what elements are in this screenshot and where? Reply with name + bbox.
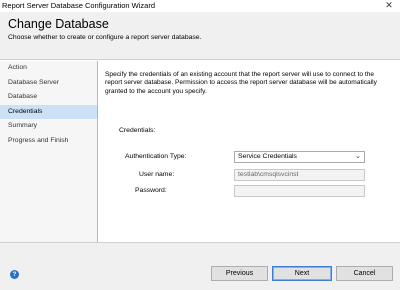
username-label: User name:: [139, 171, 175, 178]
password-label: Password:: [135, 187, 167, 194]
page-title: Change Database: [8, 17, 109, 31]
step-summary[interactable]: Summary: [0, 119, 97, 134]
step-database[interactable]: Database: [0, 90, 97, 105]
credentials-description: Specify the credentials of an existing a…: [105, 71, 377, 95]
previous-button[interactable]: Previous: [211, 266, 268, 281]
chevron-down-icon: ⌄: [355, 153, 361, 160]
password-field[interactable]: [234, 185, 365, 197]
step-progress-and-finish[interactable]: Progress and Finish: [0, 134, 97, 149]
step-database-server[interactable]: Database Server: [0, 76, 97, 91]
page-subtitle: Choose whether to create or configure a …: [8, 34, 202, 41]
step-action[interactable]: Action: [0, 61, 97, 76]
wizard-steps-sidebar: Action Database Server Database Credenti…: [0, 61, 98, 242]
page-header: Change Database Choose whether to create…: [0, 12, 400, 60]
credentials-heading: Credentials:: [119, 127, 156, 134]
help-icon[interactable]: ?: [10, 270, 19, 279]
close-icon[interactable]: ✕: [384, 0, 394, 11]
authentication-type-dropdown[interactable]: Service Credentials ⌄: [234, 151, 365, 163]
next-button[interactable]: Next: [272, 266, 332, 281]
step-credentials[interactable]: Credentials: [0, 104, 97, 119]
wizard-footer: ? Previous Next Cancel: [0, 242, 400, 290]
credentials-panel: Specify the credentials of an existing a…: [99, 61, 400, 242]
authentication-type-value: Service Credentials: [238, 153, 297, 160]
cancel-button[interactable]: Cancel: [336, 266, 393, 281]
username-field[interactable]: testlab\cmsqlsvcinst: [234, 169, 365, 181]
window-title: Report Server Database Configuration Wiz…: [2, 1, 155, 10]
title-bar: Report Server Database Configuration Wiz…: [0, 0, 400, 12]
authentication-type-label: Authentication Type:: [125, 153, 187, 160]
